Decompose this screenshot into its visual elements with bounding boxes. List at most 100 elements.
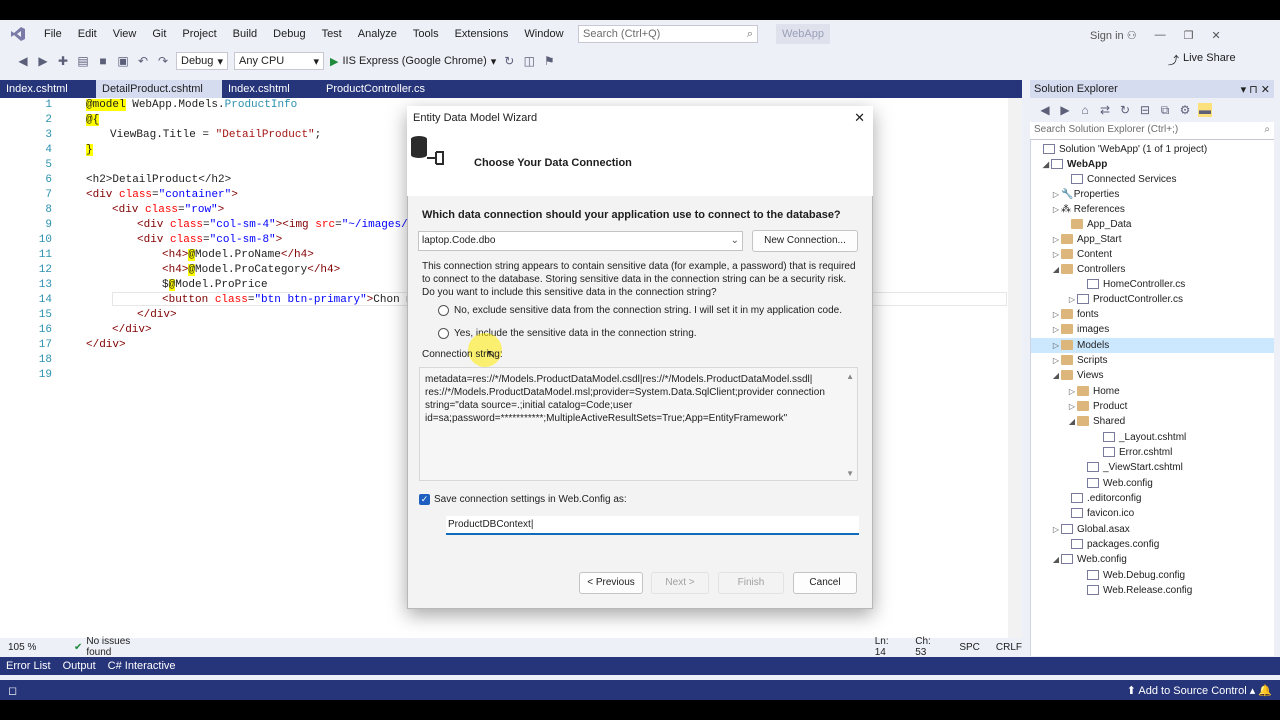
expanded-icon[interactable]: ◢	[1041, 157, 1051, 172]
minimize-icon[interactable]: —	[1155, 29, 1166, 41]
collapsed-icon[interactable]: ▷	[1051, 338, 1061, 353]
exclude-sensitive-radio[interactable]	[438, 305, 449, 316]
save-icon[interactable]: ■	[96, 54, 110, 68]
configuration-dropdown[interactable]: Debug ▾	[176, 52, 228, 70]
tree-folder[interactable]: ▷ fonts	[1031, 307, 1274, 322]
expanded-icon[interactable]: ◢	[1051, 552, 1061, 567]
tree-item[interactable]: ▷ ⁂ References	[1031, 202, 1274, 217]
tree-folder[interactable]: ▷ Home	[1031, 384, 1274, 399]
collapsed-icon[interactable]: ▷	[1067, 384, 1077, 399]
show-all-files-icon[interactable]: ⧉	[1158, 103, 1172, 117]
undo-icon[interactable]: ↶	[136, 54, 150, 68]
scroll-up-icon[interactable]: ▲	[846, 372, 854, 381]
tab-csharp-interactive[interactable]: C# Interactive	[102, 660, 182, 672]
preview-icon[interactable]: ▬	[1198, 103, 1212, 117]
forward-icon[interactable]: ▶	[36, 54, 50, 68]
back-icon[interactable]: ◀	[1038, 103, 1052, 117]
issues-status[interactable]: No issues found	[86, 636, 154, 658]
collapsed-icon[interactable]: ▷	[1067, 399, 1077, 414]
tree-file[interactable]: HomeController.cs	[1031, 277, 1274, 292]
menu-window[interactable]: Window	[516, 20, 571, 48]
tree-folder[interactable]: ▷ Content	[1031, 247, 1274, 262]
tree-solution[interactable]: Solution 'WebApp' (1 of 1 project)	[1031, 142, 1274, 157]
tree-folder[interactable]: ◢ Shared	[1031, 414, 1274, 429]
menu-view[interactable]: View	[105, 20, 145, 48]
connection-string-textarea[interactable]: metadata=res://*/Models.ProductDataModel…	[419, 367, 858, 481]
menu-build[interactable]: Build	[225, 20, 265, 48]
next-button[interactable]: Next >	[651, 572, 709, 594]
sign-in-link[interactable]: Sign in ⚇	[1090, 29, 1137, 42]
tree-file[interactable]: ◢ Web.config	[1031, 552, 1274, 567]
previous-button[interactable]: < Previous	[579, 572, 643, 594]
collapsed-icon[interactable]: ▷	[1051, 522, 1061, 537]
collapsed-icon[interactable]: ▷	[1051, 322, 1061, 337]
collapsed-icon[interactable]: ▷	[1051, 232, 1061, 247]
tree-file[interactable]: Web.Release.config	[1031, 583, 1274, 598]
save-settings-checkbox[interactable]: ✓	[419, 494, 430, 505]
expanded-icon[interactable]: ◢	[1051, 262, 1061, 277]
open-folder-icon[interactable]: ▤	[76, 54, 90, 68]
properties-icon[interactable]: ⚙	[1178, 103, 1192, 117]
tree-folder-selected[interactable]: ▷ Models	[1031, 338, 1274, 353]
tab-index-cshtml[interactable]: Index.cshtml	[0, 80, 96, 98]
menu-project[interactable]: Project	[174, 20, 224, 48]
tree-file[interactable]: favicon.ico	[1031, 506, 1274, 521]
sync-icon[interactable]: ⇄	[1098, 103, 1112, 117]
collapsed-icon[interactable]: ▷	[1051, 247, 1061, 262]
collapse-all-icon[interactable]: ⊟	[1138, 103, 1152, 117]
tree-item[interactable]: ▷ 🔧 Properties	[1031, 187, 1274, 202]
tree-folder[interactable]: ◢ Controllers	[1031, 262, 1274, 277]
close-icon[interactable]: ✕	[854, 110, 865, 126]
tree-file[interactable]: ▷ Global.asax	[1031, 522, 1274, 537]
menu-tools[interactable]: Tools	[405, 20, 447, 48]
menu-debug[interactable]: Debug	[265, 20, 313, 48]
save-all-icon[interactable]: ▣	[116, 54, 130, 68]
include-sensitive-radio[interactable]	[438, 328, 449, 339]
exclude-sensitive-label[interactable]: No, exclude sensitive data from the conn…	[454, 305, 842, 316]
panel-controls[interactable]: ▾ ⊓ ✕	[1241, 83, 1270, 96]
zoom-level[interactable]: 105 %	[8, 642, 50, 653]
forward-icon[interactable]: ▶	[1058, 103, 1072, 117]
tree-file[interactable]: ▷ ProductController.cs	[1031, 292, 1274, 307]
platform-dropdown[interactable]: Any CPU ▾	[234, 52, 324, 70]
menu-analyze[interactable]: Analyze	[350, 20, 405, 48]
tree-file[interactable]: _ViewStart.cshtml	[1031, 460, 1274, 475]
new-item-icon[interactable]: ✚	[56, 54, 70, 68]
search-input[interactable]: Search (Ctrl+Q) ⌕	[578, 25, 758, 43]
collapsed-icon[interactable]: ▷	[1051, 353, 1061, 368]
tree-file[interactable]: packages.config	[1031, 537, 1274, 552]
tree-project[interactable]: ◢ WebApp	[1031, 157, 1274, 172]
tree-file[interactable]: Error.cshtml	[1031, 445, 1274, 460]
tree-file[interactable]: .editorconfig	[1031, 491, 1274, 506]
tree-folder[interactable]: ◢ Views	[1031, 368, 1274, 383]
tab-output[interactable]: Output	[57, 660, 102, 672]
tab-index-cshtml-2[interactable]: Index.cshtml	[222, 80, 320, 98]
refresh-icon[interactable]: ↻	[502, 54, 516, 68]
browser-icon[interactable]: ◫	[522, 54, 536, 68]
tree-file[interactable]: _Layout.cshtml	[1031, 430, 1274, 445]
tab-error-list[interactable]: Error List	[0, 660, 57, 672]
context-name-input[interactable]: ProductDBContext|	[446, 516, 859, 535]
collapsed-icon[interactable]: ▷	[1051, 307, 1061, 322]
menu-git[interactable]: Git	[144, 20, 174, 48]
notification-icon[interactable]: ◻	[8, 684, 17, 697]
solution-search-input[interactable]: Search Solution Explorer (Ctrl+;) ⌕	[1030, 122, 1274, 140]
menu-extensions[interactable]: Extensions	[447, 20, 517, 48]
tree-folder[interactable]: App_Data	[1031, 217, 1274, 232]
tree-folder[interactable]: ▷ App_Start	[1031, 232, 1274, 247]
tree-item[interactable]: Connected Services	[1031, 172, 1274, 187]
tree-folder[interactable]: ▷ images	[1031, 322, 1274, 337]
finish-button[interactable]: Finish	[718, 572, 784, 594]
cancel-button[interactable]: Cancel	[793, 572, 857, 594]
collapsed-icon[interactable]: ▷	[1051, 202, 1061, 217]
tab-detailproduct-cshtml[interactable]: DetailProduct.cshtml	[96, 80, 222, 98]
redo-icon[interactable]: ↷	[156, 54, 170, 68]
menu-edit[interactable]: Edit	[70, 20, 105, 48]
live-share-button[interactable]: ⤴ Live Share	[1168, 52, 1236, 68]
tree-folder[interactable]: ▷ Scripts	[1031, 353, 1274, 368]
maximize-icon[interactable]: ❐	[1184, 29, 1194, 42]
menu-file[interactable]: File	[36, 20, 70, 48]
close-window-icon[interactable]: ✕	[1211, 29, 1220, 42]
back-icon[interactable]: ◀	[16, 54, 30, 68]
new-connection-button[interactable]: New Connection...	[752, 230, 858, 252]
